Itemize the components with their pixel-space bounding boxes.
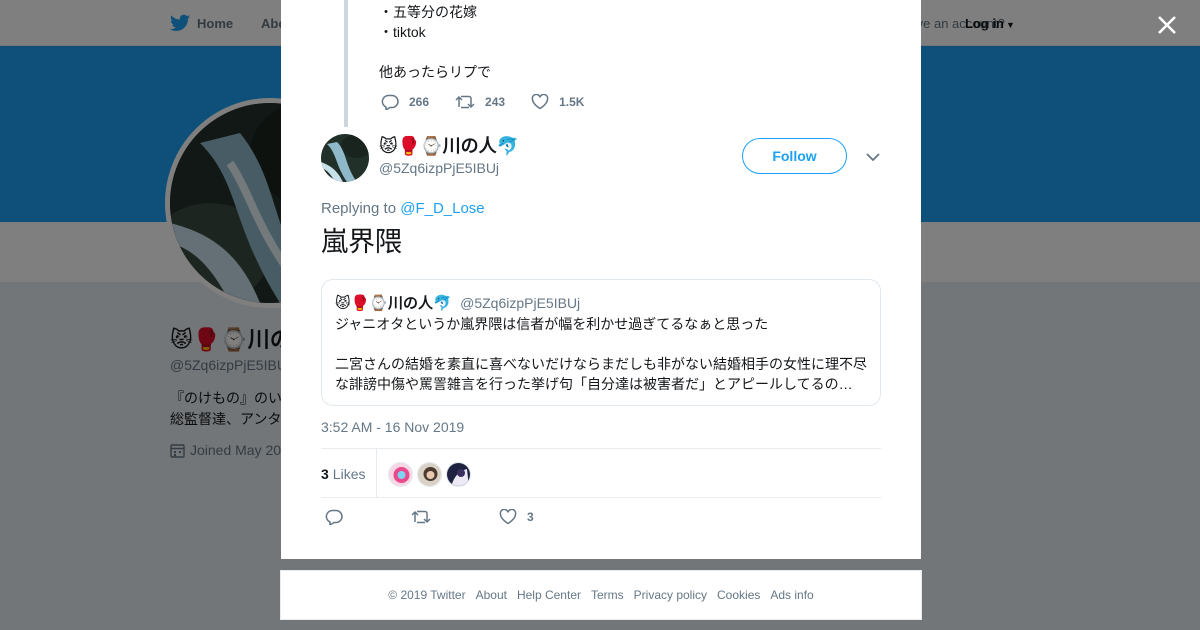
heart-icon (499, 509, 517, 525)
footer-link-help-center[interactable]: Help Center (517, 588, 581, 602)
footer-link-privacy[interactable]: Privacy policy (634, 588, 707, 602)
previous-tweet-line: ・tiktok (379, 24, 426, 40)
replying-to-link[interactable]: @F_D_Lose (400, 200, 484, 217)
replying-to: Replying to @F_D_Lose (321, 200, 485, 217)
reply-count: 266 (409, 95, 430, 109)
liker-avatar[interactable] (388, 462, 413, 487)
liker-avatars (388, 462, 475, 487)
retweet-count: 243 (485, 95, 506, 109)
quoted-author-name: 😾🥊⌚川の人🐬 (335, 295, 452, 312)
replying-prefix: Replying to (321, 200, 397, 217)
footer-link-about[interactable]: About (476, 588, 507, 602)
previous-tweet-line: 他あったらリプで (379, 64, 491, 80)
footer: © 2019 Twitter About Help Center Terms P… (280, 570, 922, 620)
quoted-tweet-line: ジャニオタというか嵐界隈は信者が幅を利かせ過ぎてるなぁと思った (335, 316, 769, 332)
follow-button[interactable]: Follow (742, 138, 847, 174)
quoted-tweet-line (335, 334, 871, 354)
reply-button[interactable] (325, 509, 353, 525)
quoted-author-handle: @5Zq6izpPjE5IBUj (460, 295, 581, 311)
footer-link-ads-info[interactable]: Ads info (770, 588, 813, 602)
footer-link-terms[interactable]: Terms (591, 588, 624, 602)
retweet-button[interactable] (411, 509, 441, 525)
quoted-tweet-text: ジャニオタというか嵐界隈は信者が幅を利かせ過ぎてるなぁと思った 二宮さんの結婚を… (335, 314, 871, 394)
previous-tweet-line: ・五等分の花嫁 (379, 4, 477, 20)
waterfall-image (321, 134, 369, 182)
heart-icon (531, 94, 549, 110)
reply-icon (325, 509, 343, 525)
stats-divider (376, 449, 377, 497)
retweet-icon (455, 95, 475, 109)
previous-tweet-line (379, 42, 491, 62)
retweet-button[interactable]: 243 (455, 94, 505, 110)
footer-link-cookies[interactable]: Cookies (717, 588, 760, 602)
author-display-name[interactable]: 😾🥊⌚川の人🐬 (379, 132, 519, 158)
tweet-stats: 3 Likes (321, 448, 881, 498)
reply-button[interactable]: 266 (381, 94, 429, 110)
like-count: 1.5K (559, 95, 585, 109)
tweet-modal: ・五等分の花嫁 ・tiktok 他あったらリプで 266 243 1.5K 😾🥊… (281, 0, 921, 559)
tweet-actions: 3 (325, 509, 592, 525)
reply-icon (381, 94, 399, 110)
quoted-tweet-line: な誹謗中傷や罵詈雑言を行った挙げ句「自分達は被害者だ」とアピールしてるの… (335, 376, 853, 392)
quoted-tweet[interactable]: 😾🥊⌚川の人🐬 @5Zq6izpPjE5IBUj ジャニオタというか嵐界隈は信者… (321, 279, 881, 406)
thread-connector-line (344, 0, 348, 127)
likes-label: Likes (332, 466, 366, 482)
likes-count: 3 (321, 466, 329, 482)
likes-stat[interactable]: 3 Likes (321, 466, 365, 482)
previous-tweet-actions: 266 243 1.5K (381, 92, 610, 112)
retweet-icon (411, 510, 431, 524)
liker-avatar[interactable] (446, 462, 471, 487)
author-handle[interactable]: @5Zq6izpPjE5IBUj (379, 160, 499, 176)
previous-tweet-text: ・五等分の花嫁 ・tiktok 他あったらリプで (379, 2, 491, 82)
like-button[interactable]: 1.5K (531, 94, 584, 110)
like-button[interactable]: 3 (499, 509, 534, 525)
liker-avatar[interactable] (417, 462, 442, 487)
tweet-timestamp[interactable]: 3:52 AM - 16 Nov 2019 (321, 419, 464, 435)
chevron-down-icon[interactable] (865, 150, 881, 164)
quoted-tweet-header: 😾🥊⌚川の人🐬 @5Zq6izpPjE5IBUj (335, 292, 580, 313)
like-count: 3 (527, 510, 534, 524)
tweet-text: 嵐界隈 (321, 227, 402, 257)
author-avatar[interactable] (321, 134, 369, 182)
footer-copyright: © 2019 Twitter (388, 588, 466, 602)
close-icon[interactable] (1154, 12, 1180, 38)
quoted-tweet-line: 二宮さんの結婚を素直に喜べないだけならまだしも非がない結婚相手の女性に理不尽 (335, 356, 867, 372)
